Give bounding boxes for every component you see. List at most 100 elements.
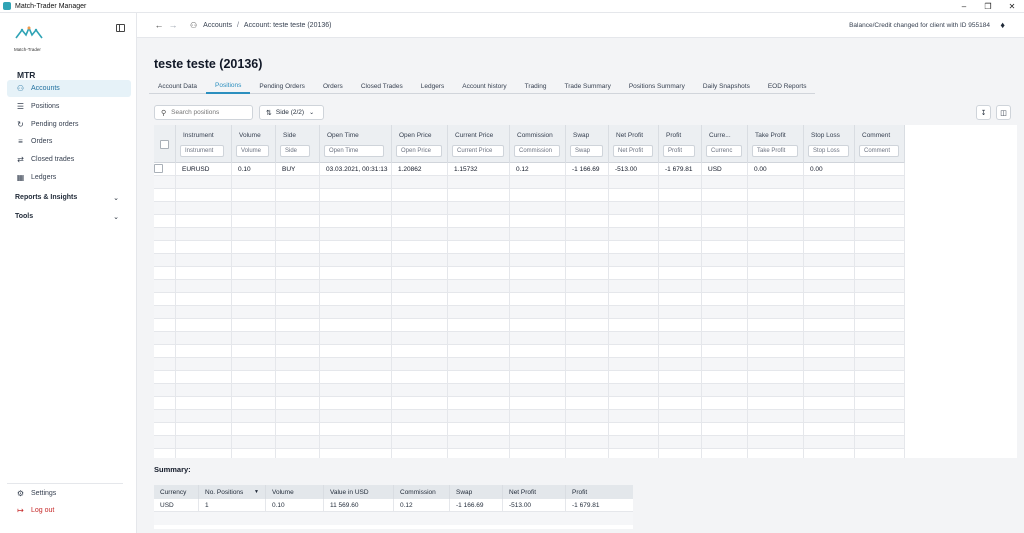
empty-cell	[659, 423, 702, 436]
column-header-commission[interactable]: Commission Commission	[510, 125, 566, 163]
column-header-comment[interactable]: Comment Comment	[855, 125, 905, 163]
sidebar-item-accounts[interactable]: ⚇ Accounts	[7, 80, 131, 97]
empty-cell	[176, 358, 232, 371]
tab-trading[interactable]: Trading	[516, 79, 556, 94]
sidebar-section-reports[interactable]: Reports & Insights ⌄	[7, 190, 119, 205]
filter-swap[interactable]: Swap	[570, 145, 603, 157]
summary-col-commission[interactable]: Commission	[394, 485, 450, 499]
forward-arrow-icon[interactable]: →	[166, 20, 180, 30]
tab-positions[interactable]: Positions	[206, 79, 251, 94]
filter-current-price[interactable]: Current Price	[452, 145, 504, 157]
filter-open-price[interactable]: Open Price	[396, 145, 442, 157]
bell-icon[interactable]: ♦	[1000, 20, 1005, 30]
cell-current-price: 1.15732	[448, 163, 510, 176]
tab-orders[interactable]: Orders	[314, 79, 352, 94]
sidebar-item-positions[interactable]: ☰ Positions	[7, 98, 131, 115]
empty-cell	[659, 176, 702, 189]
filter-side[interactable]: Side	[280, 145, 310, 157]
empty-cell	[804, 345, 855, 358]
close-icon[interactable]: ✕	[1000, 0, 1024, 13]
column-header-instrument[interactable]: Instrument Instrument	[176, 125, 232, 163]
sidebar-section-tools[interactable]: Tools ⌄	[7, 209, 119, 224]
filter-net-profit[interactable]: Net Profit	[613, 145, 653, 157]
column-header-side[interactable]: Side Side	[276, 125, 320, 163]
select-all-checkbox[interactable]	[160, 140, 169, 149]
logout-button[interactable]: ↦ Log out	[7, 502, 131, 519]
column-header-volume[interactable]: Volume Volume	[232, 125, 276, 163]
sidebar-item-pending-orders[interactable]: ↻ Pending orders	[7, 116, 131, 133]
filter-comment[interactable]: Comment	[859, 145, 899, 157]
empty-cell	[609, 397, 659, 410]
sidebar-item-closed-trades[interactable]: ⇄ Closed trades	[7, 151, 131, 168]
tab-ledgers[interactable]: Ledgers	[412, 79, 454, 94]
summary-col-currency[interactable]: Currency	[154, 485, 199, 499]
empty-cell	[702, 215, 748, 228]
column-header-stop-loss[interactable]: Stop Loss Stop Loss	[804, 125, 855, 163]
row-checkbox[interactable]	[154, 164, 163, 173]
empty-cell	[510, 215, 566, 228]
empty-cell	[320, 202, 392, 215]
filter-profit[interactable]: Profit	[663, 145, 695, 157]
filter-volume[interactable]: Volume	[236, 145, 269, 157]
column-header-currency[interactable]: Curre... Currenc	[702, 125, 748, 163]
column-header-open-price[interactable]: Open Price Open Price	[392, 125, 448, 163]
filter-currency[interactable]: Currenc	[706, 145, 742, 157]
summary-col-swap[interactable]: Swap	[450, 485, 503, 499]
tab-account-data[interactable]: Account Data	[149, 79, 206, 94]
empty-cell	[510, 436, 566, 449]
summary-col-profit[interactable]: Profit	[566, 485, 633, 499]
export-button[interactable]: ↧	[976, 105, 991, 120]
empty-cell	[154, 189, 176, 202]
back-arrow-icon[interactable]: ←	[152, 20, 166, 30]
empty-cell	[232, 176, 276, 189]
empty-cell	[510, 319, 566, 332]
filter-stop-loss[interactable]: Stop Loss	[808, 145, 849, 157]
minimize-icon[interactable]: –	[952, 0, 976, 13]
filter-open-time[interactable]: Open Time	[324, 145, 384, 157]
sidebar-collapse-icon[interactable]	[116, 24, 125, 32]
column-header-swap[interactable]: Swap Swap	[566, 125, 609, 163]
tab-pending-orders[interactable]: Pending Orders	[250, 79, 314, 94]
sidebar-item-ledgers[interactable]: ▦ Ledgers	[7, 169, 131, 186]
tab-trade-summary[interactable]: Trade Summary	[555, 79, 619, 94]
search-box[interactable]: ⚲	[154, 105, 253, 120]
cell-side: BUY	[276, 163, 320, 176]
summary-col-net-profit[interactable]: Net Profit	[503, 485, 566, 499]
column-header-take-profit[interactable]: Take Profit Take Profit	[748, 125, 804, 163]
empty-cell	[392, 423, 448, 436]
empty-cell	[176, 332, 232, 345]
filter-commission[interactable]: Commission	[514, 145, 560, 157]
filter-take-profit[interactable]: Take Profit	[752, 145, 798, 157]
summary-col-value-usd[interactable]: Value in USD	[324, 485, 394, 499]
empty-cell	[659, 215, 702, 228]
table-row[interactable]: EURUSD 0.10 BUY 03.03.2021, 00:31:13 1.2…	[154, 163, 905, 176]
empty-cell	[154, 254, 176, 267]
empty-cell	[659, 241, 702, 254]
empty-cell	[510, 423, 566, 436]
search-input[interactable]	[171, 109, 252, 116]
tab-positions-summary[interactable]: Positions Summary	[620, 79, 694, 94]
empty-cell	[448, 293, 510, 306]
empty-cell	[702, 189, 748, 202]
empty-cell	[176, 423, 232, 436]
sidebar-item-orders[interactable]: ≡ Orders	[7, 133, 131, 150]
summary-col-volume[interactable]: Volume	[266, 485, 324, 499]
tab-eod-reports[interactable]: EOD Reports	[759, 79, 816, 94]
maximize-icon[interactable]: ❐	[976, 0, 1000, 13]
columns-button[interactable]: ◫	[996, 105, 1011, 120]
tab-daily-snapshots[interactable]: Daily Snapshots	[694, 79, 759, 94]
summary-col-no-positions[interactable]: No. Positions ▼	[199, 485, 266, 499]
tab-account-history[interactable]: Account history	[453, 79, 515, 94]
empty-cell	[566, 293, 609, 306]
sidebar-item-settings[interactable]: ⚙ Settings	[7, 485, 131, 502]
side-filter-dropdown[interactable]: ⇅ Side (2/2) ⌄	[259, 105, 324, 120]
breadcrumb-root[interactable]: Accounts	[203, 22, 232, 29]
column-header-net-profit[interactable]: Net Profit Net Profit	[609, 125, 659, 163]
column-header-current-price[interactable]: Current Price Current Price	[448, 125, 510, 163]
column-header-open-time[interactable]: Open Time Open Time	[320, 125, 392, 163]
tab-closed-trades[interactable]: Closed Trades	[352, 79, 412, 94]
filter-instrument[interactable]: Instrument	[180, 145, 224, 157]
empty-cell	[804, 449, 855, 458]
column-header-profit[interactable]: Profit Profit	[659, 125, 702, 163]
empty-cell	[748, 410, 804, 423]
